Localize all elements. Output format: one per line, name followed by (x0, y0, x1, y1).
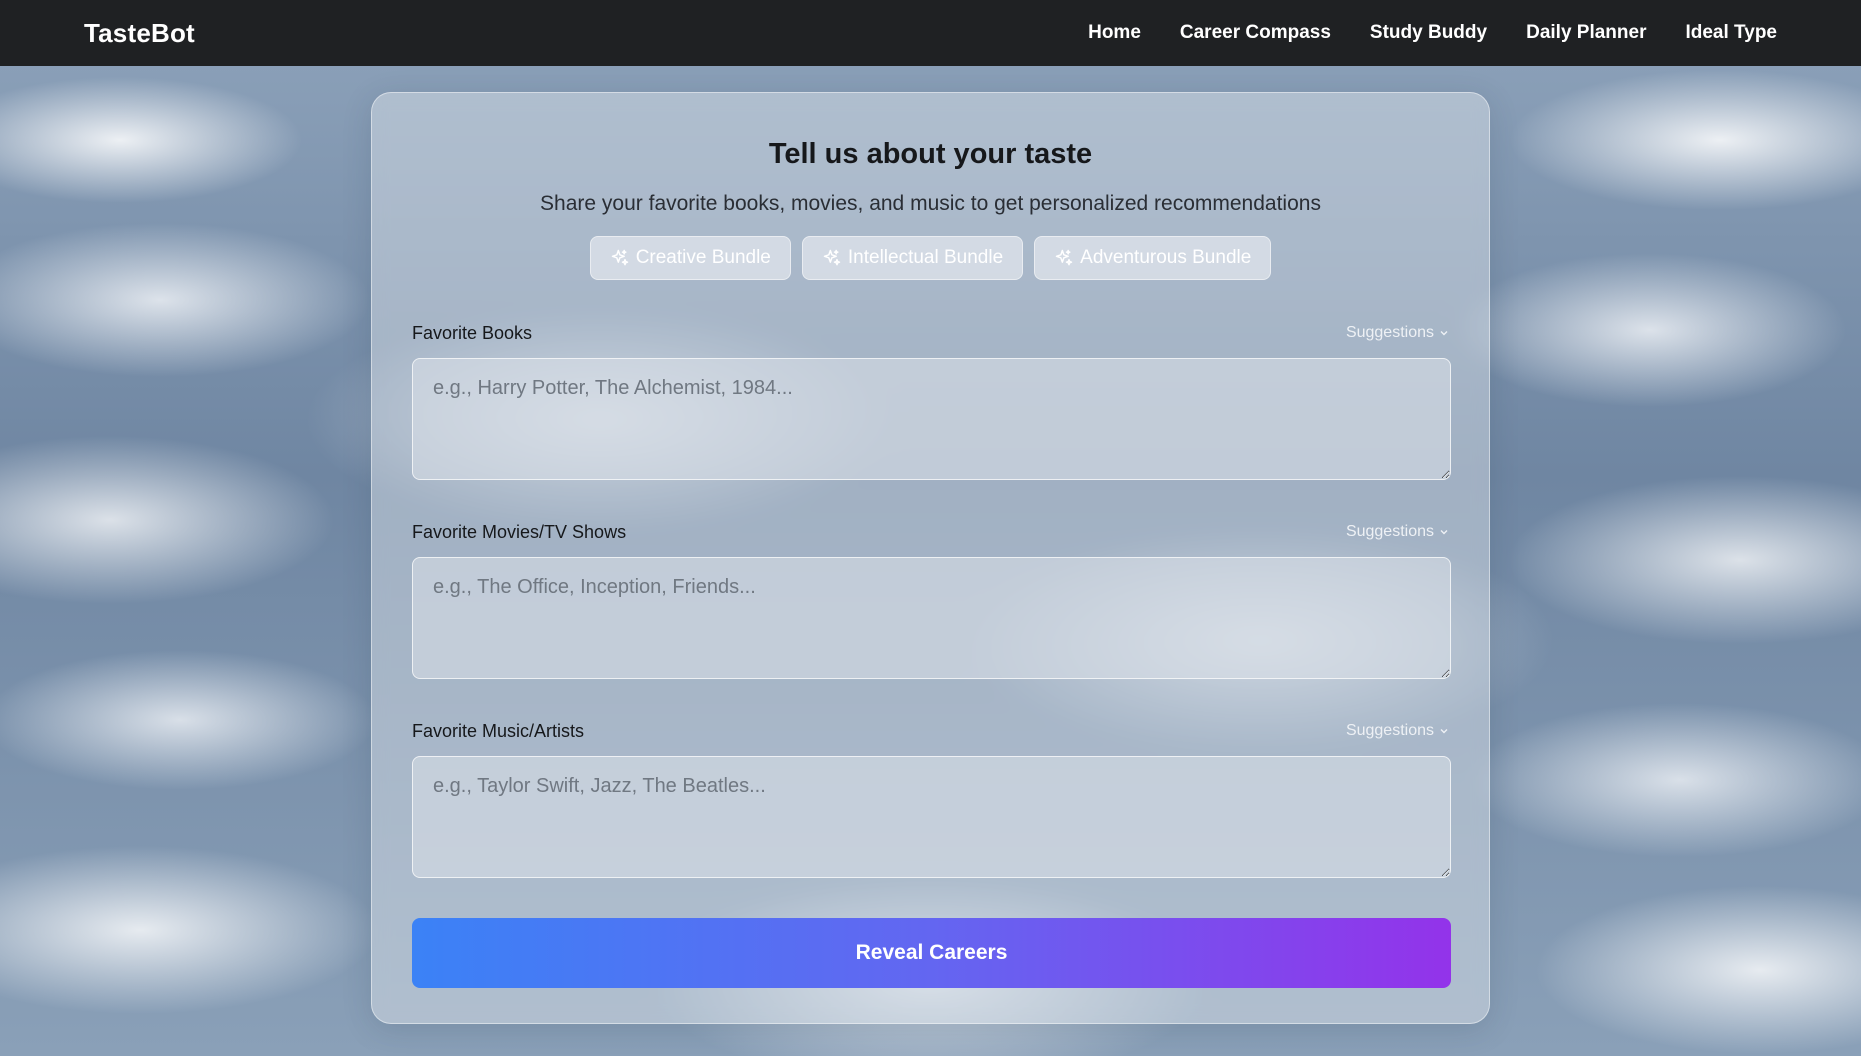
nav-link-daily-planner[interactable]: Daily Planner (1526, 22, 1646, 44)
sparkle-icon (823, 249, 841, 266)
nav-link-home[interactable]: Home (1088, 22, 1141, 44)
music-field: Favorite Music/Artists Suggestions (412, 720, 1451, 882)
nav-links: Home Career Compass Study Buddy Daily Pl… (1088, 22, 1777, 44)
intellectual-bundle-button[interactable]: Intellectual Bundle (801, 235, 1024, 280)
movies-field: Favorite Movies/TV Shows Suggestions (412, 521, 1451, 683)
books-suggestions-toggle[interactable]: Suggestions (1346, 324, 1449, 342)
movies-input[interactable] (412, 556, 1451, 679)
sparkle-icon (611, 249, 628, 266)
intellectual-bundle-label: Intellectual Bundle (847, 246, 1004, 268)
page-subtitle: Share your favorite books, movies, and m… (540, 191, 1321, 215)
books-label: Favorite Books (412, 322, 533, 343)
nav-link-study-buddy[interactable]: Study Buddy (1370, 22, 1487, 44)
chevron-down-icon (1440, 729, 1448, 734)
suggestions-label: Suggestions (1345, 523, 1434, 541)
adventurous-bundle-label: Adventurous Bundle (1080, 246, 1252, 268)
creative-bundle-button[interactable]: Creative Bundle (589, 235, 791, 280)
nav-link-career-compass[interactable]: Career Compass (1180, 22, 1331, 44)
music-input[interactable] (412, 755, 1451, 878)
books-field: Favorite Books Suggestions (412, 322, 1451, 484)
bundle-buttons: Creative Bundle Intellectual Bundle Adve… (412, 235, 1449, 280)
movies-suggestions-toggle[interactable]: Suggestions (1346, 523, 1449, 541)
music-label: Favorite Music/Artists (412, 720, 585, 741)
chevron-down-icon (1440, 530, 1448, 535)
music-suggestions-toggle[interactable]: Suggestions (1346, 722, 1449, 740)
suggestions-label: Suggestions (1345, 722, 1434, 740)
movies-label: Favorite Movies/TV Shows (412, 521, 627, 542)
nav-link-ideal-type[interactable]: Ideal Type (1685, 22, 1777, 44)
suggestions-label: Suggestions (1345, 324, 1434, 342)
sparkle-icon (1055, 249, 1073, 266)
adventurous-bundle-button[interactable]: Adventurous Bundle (1034, 235, 1272, 280)
page-title: Tell us about your taste (768, 138, 1093, 170)
navbar: TasteBot Home Career Compass Study Buddy… (0, 0, 1861, 66)
brand-logo[interactable]: TasteBot (84, 18, 195, 49)
books-input[interactable] (412, 357, 1451, 480)
chevron-down-icon (1440, 331, 1448, 336)
creative-bundle-label: Creative Bundle (635, 246, 771, 268)
taste-form-card: Tell us about your taste Share your favo… (371, 92, 1490, 1024)
reveal-careers-button[interactable]: Reveal Careers (412, 917, 1451, 988)
